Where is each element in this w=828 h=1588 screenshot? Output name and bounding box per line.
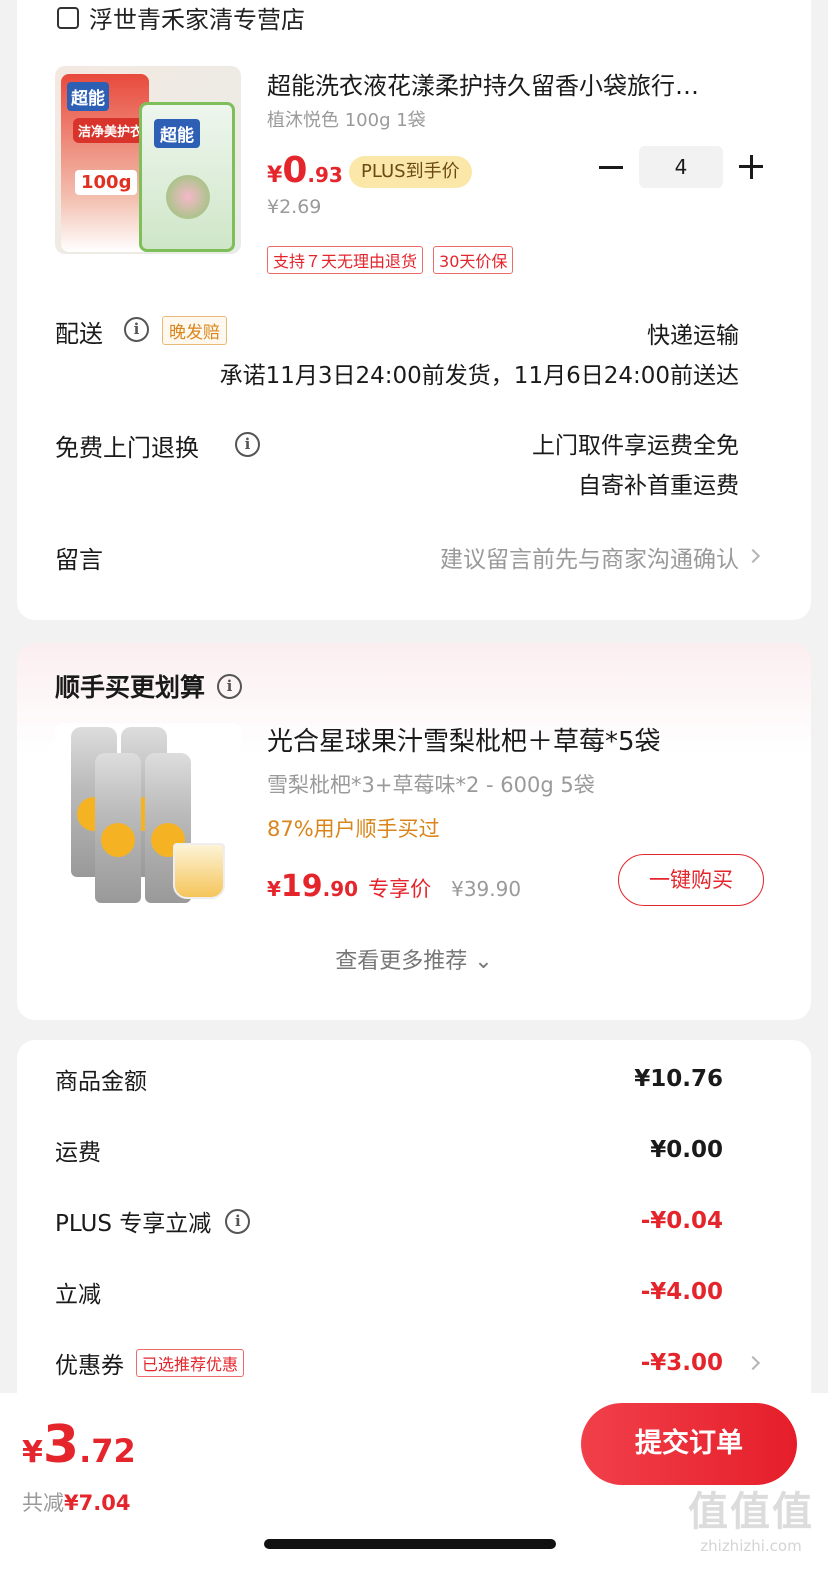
message-label: 留言 — [55, 546, 103, 574]
more-recommendations-link[interactable]: 查看更多推荐 ⌄ — [17, 943, 811, 975]
recommend-product-spec[interactable]: 雪梨枇杷*3+草莓味*2 - 600g 5袋 — [267, 769, 595, 799]
late-compensation-tag: 晚发赔 — [162, 316, 227, 345]
flower-graphic — [166, 175, 210, 219]
recommend-bought-rate: 87%用户顺手买过 — [267, 817, 440, 841]
recommend-price-dec: .90 — [322, 877, 359, 901]
store-header[interactable]: 浮世青禾家清专营店 — [57, 0, 305, 35]
product-price: ¥ 0 .93 — [267, 150, 343, 191]
total-price: ¥ 3 .72 — [22, 1415, 136, 1475]
image-weight: 100g — [75, 170, 138, 195]
image-brand-2: 超能 — [154, 119, 200, 148]
delivery-method[interactable]: 快递运输 — [647, 316, 739, 350]
store-icon — [57, 6, 79, 29]
product-spec[interactable]: 植沐悦色 100g 1袋 — [267, 106, 426, 132]
summary-label-wrap: PLUS 专享立减 i — [55, 1204, 251, 1238]
delivery-promise: 承诺11月3日24:00前发货，11月6日24:00前送达 — [219, 363, 739, 389]
delivery-label: 配送 — [55, 320, 103, 348]
summary-value: ¥10.76 — [634, 1066, 723, 1092]
total-int: 3 — [42, 1415, 80, 1475]
coupon-chevron-right-icon[interactable] — [745, 1355, 761, 1371]
price-protect-tag: 30天价保 — [433, 246, 514, 274]
free-return-line1: 上门取件享运费全免 — [532, 433, 739, 459]
image-sub: 洁净美护衣 — [73, 118, 149, 143]
summary-row-instant-discount: 立减 -¥4.00 — [55, 1275, 723, 1309]
recommend-original-price: ¥39.90 — [451, 877, 522, 901]
recommend-product-image[interactable] — [55, 723, 241, 909]
chevron-right-icon[interactable] — [745, 548, 761, 564]
image-brand: 超能 — [67, 82, 109, 111]
recommend-price-int: 19 — [280, 869, 323, 904]
product-title[interactable]: 超能洗衣液花漾柔护持久留香小袋旅行… — [267, 66, 777, 101]
delivery-info-icon[interactable]: i — [124, 317, 149, 342]
recommend-title: 顺手买更划算 — [55, 673, 206, 702]
quantity-increase-button[interactable] — [739, 155, 763, 179]
price-dec: .93 — [307, 163, 343, 187]
recommend-header: 顺手买更划算 i — [55, 668, 243, 704]
summary-value: -¥3.00 — [640, 1350, 723, 1376]
summary-label: 运费 — [55, 1140, 101, 1166]
total-saved[interactable]: 共减¥7.04 — [22, 1487, 130, 1517]
summary-label: 商品金额 — [55, 1069, 147, 1095]
product-image[interactable]: 超能 洁净美护衣 100g 超能 — [55, 66, 241, 254]
service-tags: 支持７天无理由退货 30天价保 — [267, 246, 514, 274]
home-indicator[interactable] — [264, 1539, 556, 1549]
recommend-price: ¥ 19 .90 专享价 ¥39.90 — [267, 869, 521, 904]
store-order-card: 浮世青禾家清专营店 超能 洁净美护衣 100g 超能 超能洗衣液花漾柔护持久留香… — [17, 0, 811, 620]
summary-value: -¥0.04 — [640, 1208, 723, 1234]
total-symbol: ¥ — [22, 1435, 43, 1470]
original-price: ¥2.69 — [267, 196, 322, 218]
summary-label: PLUS 专享立减 — [55, 1211, 212, 1237]
detergent-pack-green: 超能 — [139, 102, 235, 252]
message-input[interactable]: 建议留言前先与商家沟通确认 — [440, 540, 739, 574]
juice-pouch-icon — [95, 753, 141, 903]
summary-row-coupon[interactable]: 优惠券 已选推荐优惠 -¥3.00 — [55, 1346, 723, 1380]
one-click-buy-button[interactable]: 一键购买 — [618, 854, 764, 906]
store-name: 浮世青禾家清专营店 — [89, 6, 305, 34]
juice-glass-icon — [173, 843, 225, 899]
summary-label: 立减 — [55, 1282, 101, 1308]
free-return-line2: 自寄补首重运费 — [578, 473, 739, 499]
summary-label: 优惠券 — [55, 1353, 124, 1379]
return-policy-tag: 支持７天无理由退货 — [267, 246, 424, 274]
exclusive-price-label: 专享价 — [368, 877, 432, 901]
coupon-selected-tag: 已选推荐优惠 — [136, 1349, 245, 1377]
quantity-decrease-button[interactable] — [599, 166, 623, 169]
site-watermark: 值值值 zhizhizhi.com — [688, 1479, 814, 1555]
recommend-price-symbol: ¥ — [267, 877, 281, 901]
saved-label: 共减 — [22, 1491, 64, 1515]
free-return-info-icon[interactable]: i — [235, 432, 260, 457]
summary-row-subtotal: 商品金额 ¥10.76 — [55, 1062, 723, 1096]
total-dec: .72 — [79, 1432, 136, 1470]
summary-value: ¥0.00 — [650, 1137, 723, 1163]
summary-row-plus-discount: PLUS 专享立减 i -¥0.04 — [55, 1204, 723, 1238]
recommend-info-icon[interactable]: i — [217, 673, 243, 699]
saved-value: ¥7.04 — [64, 1491, 131, 1515]
recommend-card: 顺手买更划算 i 光合星球果汁雪梨枇杷＋草莓*5袋 雪梨枇杷*3+草莓味*2 -… — [17, 643, 811, 1020]
price-symbol: ¥ — [267, 163, 283, 188]
free-return-label: 免费上门退换 — [55, 434, 199, 462]
summary-label-wrap: 优惠券 已选推荐优惠 — [55, 1346, 245, 1380]
summary-row-shipping: 运费 ¥0.00 — [55, 1133, 723, 1167]
recommend-product-title[interactable]: 光合星球果汁雪梨枇杷＋草莓*5袋 — [267, 721, 661, 758]
summary-value: -¥4.00 — [640, 1279, 723, 1305]
plus-price-tag: PLUS到手价 — [349, 156, 472, 188]
watermark-logo: 值值值 — [688, 1489, 814, 1535]
quantity-input[interactable]: 4 — [639, 146, 723, 188]
submit-order-button[interactable]: 提交订单 — [581, 1403, 797, 1485]
checkout-bar: ¥ 3 .72 共减¥7.04 提交订单 值值值 zhizhizhi.com — [0, 1393, 828, 1588]
plus-discount-info-icon[interactable]: i — [225, 1208, 251, 1234]
price-int: 0 — [282, 150, 308, 191]
watermark-url: zhizhizhi.com — [700, 1537, 802, 1555]
detergent-pack-red: 超能 洁净美护衣 100g — [61, 74, 149, 252]
